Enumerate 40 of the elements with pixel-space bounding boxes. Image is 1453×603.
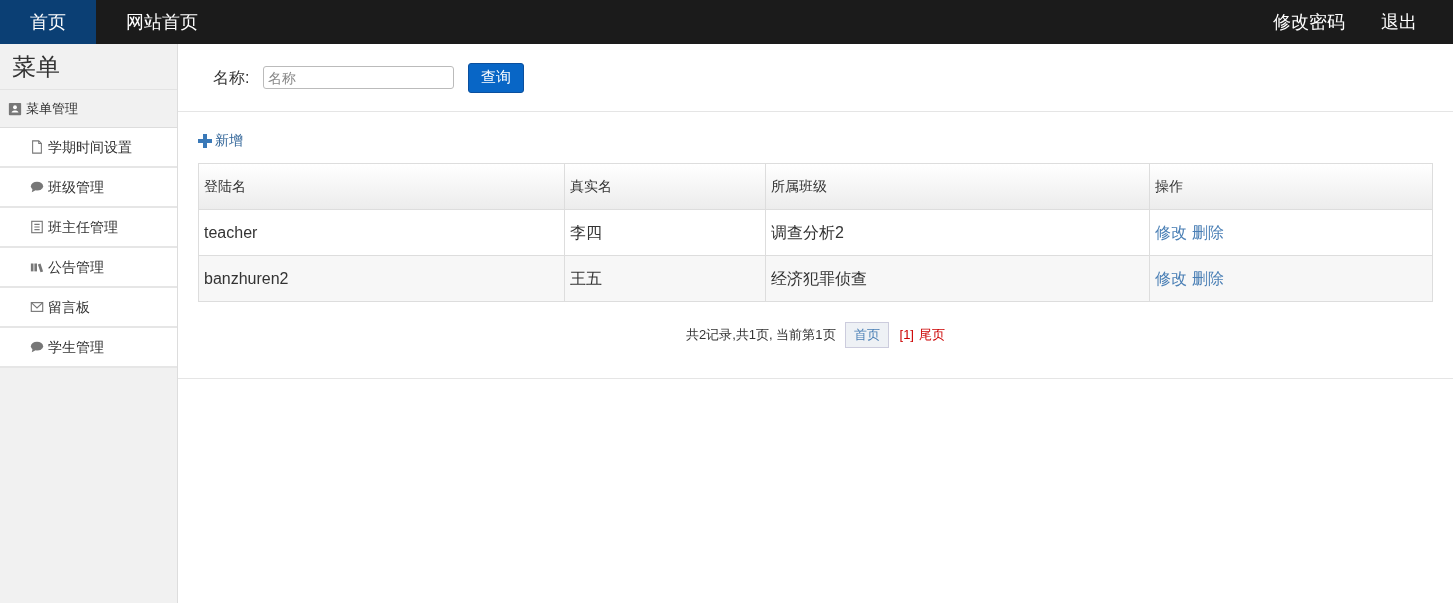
nav-link[interactable]: 修改密码 [1255,0,1363,44]
table-cell: teacher [198,209,565,256]
column-header: 登陆名 [198,163,565,210]
page-link[interactable]: [1] [899,325,914,345]
document-icon [30,140,44,154]
first-page-button[interactable]: 首页 [844,322,889,348]
menu-item[interactable]: 班主任管理 [0,208,177,248]
plus-icon [198,133,212,148]
table-cell: 经济犯罪侦查 [765,255,1150,302]
column-header: 所属班级 [765,163,1150,210]
action-link[interactable]: 修改 [1155,266,1187,291]
table-cell: 调查分析2 [765,209,1150,256]
menu-item[interactable]: 公告管理 [0,248,177,288]
nav-link[interactable]: 退出 [1363,0,1435,44]
speech-bubble-icon [30,340,44,354]
list-icon [30,220,44,234]
table-cell: 王五 [564,255,766,302]
search-button[interactable]: 查询 [468,62,525,93]
table-cell: banzhuren2 [198,255,565,302]
menu-item[interactable]: 班级管理 [0,168,177,208]
action-link[interactable]: 删除 [1192,220,1224,245]
nav-tab[interactable]: 首页 [0,0,96,44]
column-header: 真实名 [564,163,766,210]
name-label: 名称: [213,67,250,88]
sidebar-title: 菜单 [0,44,177,90]
name-input-field[interactable]: 名称 [263,66,455,89]
user-card-icon [8,101,22,116]
action-link[interactable]: 删除 [1192,266,1224,291]
action-link[interactable]: 修改 [1155,220,1187,245]
speech-bubble-icon [30,180,44,194]
menu-item[interactable]: 学生管理 [0,328,177,368]
nav-tab[interactable]: 网站首页 [96,0,228,44]
add-link[interactable]: 新增 [198,130,243,151]
last-page-link[interactable]: 尾页 [919,325,945,345]
menu-item[interactable]: 学期时间设置 [0,128,177,168]
menu-item[interactable]: 留言板 [0,288,177,328]
pagination-summary: 共2记录,共1页, 当前第1页 [686,326,836,344]
column-header: 操作 [1149,163,1433,210]
envelope-icon [30,300,44,314]
table-cell: 李四 [564,209,766,256]
